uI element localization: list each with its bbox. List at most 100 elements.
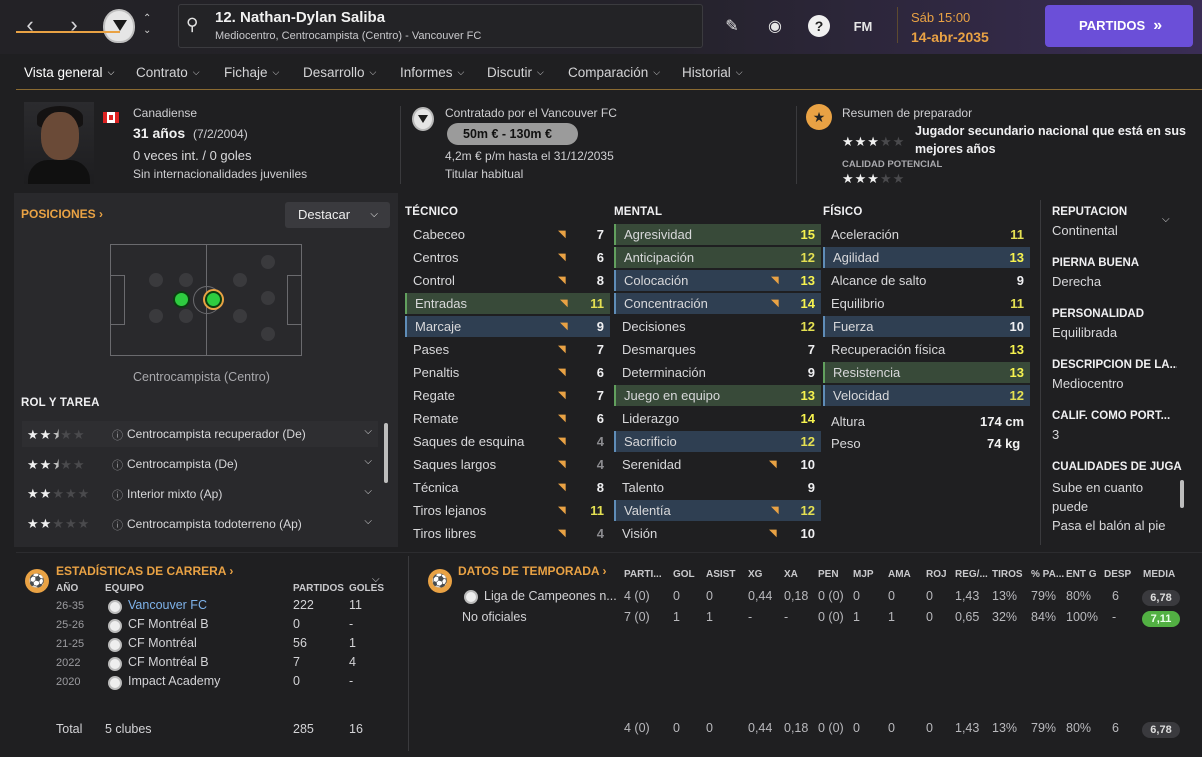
attribute-row[interactable]: Fuerza 10 [823,316,1030,337]
tab-informes[interactable]: Informes ⌵ [400,65,464,80]
tab-historial[interactable]: Historial ⌵ [682,65,743,80]
potential-label: CALIDAD POTENCIAL [842,159,943,170]
attribute-row[interactable]: Resistencia 13 [823,362,1030,383]
attribute-name: Fuerza [833,319,874,334]
chevron-down-icon[interactable]: ⌵ [364,426,372,437]
club-crest-icon[interactable] [103,9,135,43]
globe-icon[interactable]: ◉ [764,16,786,36]
attribute-row[interactable]: Visión ◥ 10 [614,523,821,544]
attribute-row[interactable]: Colocación ◥ 13 [614,270,821,291]
career-team-link[interactable]: Impact Academy [128,674,220,688]
chevron-down-icon[interactable]: ⌵ [364,486,372,497]
chevron-down-icon[interactable]: ⌵ [364,456,372,467]
season-stat-cell: 0 (0) [818,589,844,603]
season-col-header[interactable]: GOL [673,569,695,580]
season-col-header[interactable]: XG [748,569,762,580]
attribute-row[interactable]: Sacrificio 12 [614,431,821,452]
search-icon[interactable]: ⚲ [186,15,198,35]
season-col-header[interactable]: DESP [1104,569,1131,580]
attribute-row[interactable]: Equilibrio 11 [823,293,1030,314]
chevron-down-icon[interactable]: ⌵ [1162,214,1170,225]
season-col-header[interactable]: TIROS [992,569,1023,580]
season-col-header[interactable]: AMA [888,569,911,580]
competition-name[interactable]: No oficiales [462,610,527,624]
season-col-header[interactable]: PARTI... [624,569,662,580]
info-icon[interactable]: ⓘ [112,457,123,473]
attribute-row[interactable]: Determinación 9 [614,362,821,383]
attribute-row[interactable]: Tiros libres ◥ 4 [405,523,610,544]
attribute-row[interactable]: Entradas ◥ 11 [405,293,610,314]
career-team-link[interactable]: CF Montréal [128,636,197,650]
fm-menu-button[interactable]: FM [850,19,876,34]
positions-title[interactable]: POSICIONES › [21,207,103,221]
attribute-row[interactable]: Alcance de salto 9 [823,270,1030,291]
chevron-down-icon[interactable]: ⌵ [364,516,372,527]
attribute-row[interactable]: Valentía ◥ 12 [614,500,821,521]
season-col-header[interactable]: % PA... [1031,569,1064,580]
destacar-dropdown[interactable]: Destacar ⌵ [285,202,390,228]
attribute-row[interactable]: Regate ◥ 7 [405,385,610,406]
attribute-row[interactable]: Talento 9 [614,477,821,498]
attribute-row[interactable]: Pases ◥ 7 [405,339,610,360]
attribute-row[interactable]: Remate ◥ 6 [405,408,610,429]
competition-name[interactable]: Liga de Campeones n... [484,589,617,603]
role-row[interactable]: ★★⯨★★ ⓘ Centrocampista (De) ⌵ [22,451,378,477]
attribute-row[interactable]: Anticipación 12 [614,247,821,268]
season-col-header[interactable]: MJP [853,569,874,580]
tab-comparacion[interactable]: Comparación ⌵ [568,65,660,80]
attribute-row[interactable]: Control ◥ 8 [405,270,610,291]
info-icon[interactable]: ⓘ [112,487,123,503]
season-col-header[interactable]: ENT G [1066,569,1097,580]
attribute-row[interactable]: Recuperación física 13 [823,339,1030,360]
attribute-row[interactable]: Penaltis ◥ 6 [405,362,610,383]
tab-fichaje[interactable]: Fichaje ⌵ [224,65,279,80]
role-row[interactable]: ★★★★★ ⓘ Interior mixto (Ap) ⌵ [22,481,378,507]
info-icon[interactable]: ⓘ [112,517,123,533]
tab-desarrollo[interactable]: Desarrollo ⌵ [303,65,376,80]
attribute-row[interactable]: Agilidad 13 [823,247,1030,268]
attribute-row[interactable]: Juego en equipo 13 [614,385,821,406]
season-col-header[interactable]: ASIST [706,569,735,580]
info-icon[interactable]: ⓘ [112,427,123,443]
attribute-row[interactable]: Decisiones 12 [614,316,821,337]
roles-scrollbar[interactable] [384,423,388,483]
role-label: Centrocampista recuperador (De) [127,427,306,441]
season-col-header[interactable]: PEN [818,569,839,580]
season-col-header[interactable]: ROJ [926,569,947,580]
season-col-header[interactable]: XA [784,569,798,580]
attribute-row[interactable]: Cabeceo ◥ 7 [405,224,610,245]
player-switch-chevrons-icon[interactable]: ⌃ ⌄ [143,13,151,37]
help-icon[interactable]: ? [808,15,830,37]
role-row[interactable]: ★★⯨★★ ⓘ Centrocampista recuperador (De) … [22,421,378,447]
season-stats-title[interactable]: DATOS DE TEMPORADA › [458,564,606,578]
attribute-row[interactable]: Marcaje ◥ 9 [405,316,610,337]
attribute-row[interactable]: Saques de esquina ◥ 4 [405,431,610,452]
career-team-link[interactable]: Vancouver FC [128,598,207,612]
tab-vista-general[interactable]: Vista general ⌵ [24,65,114,80]
pencil-icon[interactable]: ✎ [721,16,743,36]
career-team-link[interactable]: CF Montréal B [128,617,209,631]
attribute-name: Anticipación [624,250,695,265]
tab-contrato[interactable]: Contrato ⌵ [136,65,200,80]
attribute-row[interactable]: Liderazgo 14 [614,408,821,429]
tab-discutir[interactable]: Discutir ⌵ [487,65,544,80]
season-col-header[interactable]: REG/... [955,569,988,580]
attribute-row[interactable]: Técnica ◥ 8 [405,477,610,498]
attribute-row[interactable]: Serenidad ◥ 10 [614,454,821,475]
forward-arrow-icon[interactable]: › [61,13,87,39]
attribute-row[interactable]: Desmarques 7 [614,339,821,360]
attribute-row[interactable]: Agresividad 15 [614,224,821,245]
back-arrow-icon[interactable]: ‹ [17,13,43,39]
attribute-row[interactable]: Tiros lejanos ◥ 11 [405,500,610,521]
info-scrollbar[interactable] [1180,480,1184,508]
continue-button[interactable]: PARTIDOS » [1045,5,1193,47]
career-stats-title[interactable]: ESTADÍSTICAS DE CARRERA › [56,564,233,578]
career-team-link[interactable]: CF Montréal B [128,655,209,669]
attribute-row[interactable]: Concentración ◥ 14 [614,293,821,314]
attribute-row[interactable]: Saques largos ◥ 4 [405,454,610,475]
attribute-row[interactable]: Centros ◥ 6 [405,247,610,268]
role-row[interactable]: ★★★★★ ⓘ Centrocampista todoterreno (Ap) … [22,511,378,537]
attribute-row[interactable]: Aceleración 11 [823,224,1030,245]
attribute-row[interactable]: Velocidad 12 [823,385,1030,406]
season-col-header[interactable]: MEDIA [1143,569,1175,580]
